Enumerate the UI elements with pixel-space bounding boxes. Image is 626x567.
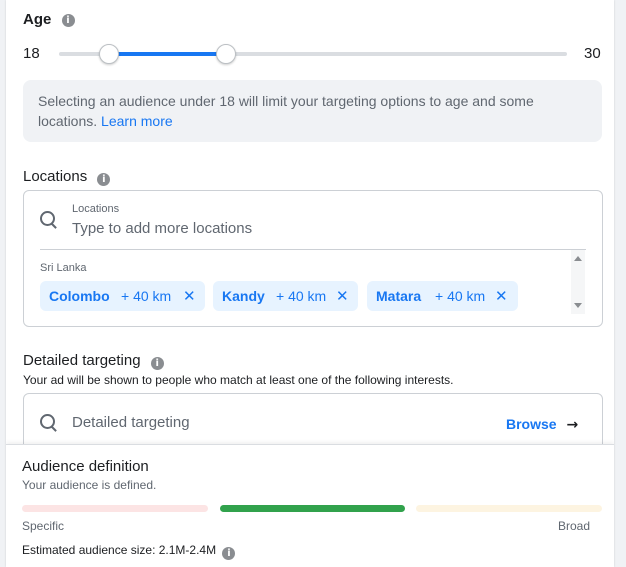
age-max-thumb[interactable] [216, 44, 237, 64]
country-label: Sri Lanka [40, 262, 87, 274]
detailed-targeting-title: Detailed targeting i [23, 352, 164, 370]
chip-radius[interactable]: + 40 km [435, 281, 485, 311]
locations-info-icon[interactable]: i [97, 173, 111, 186]
estimated-audience-size: Estimated audience size: 2.1M-2.4M i [22, 543, 236, 560]
locations-title: Locations i [23, 168, 111, 186]
age-min-thumb[interactable] [98, 44, 119, 64]
detailed-targeting-subtitle: Your ad will be shown to people who matc… [23, 373, 454, 387]
age-min-label: 18 [23, 45, 40, 62]
search-icon [40, 211, 55, 226]
close-icon[interactable]: ✕ [183, 281, 196, 311]
chip-name: Kandy [222, 288, 265, 304]
chips-scrollbar[interactable] [571, 250, 585, 314]
meter-broad [416, 505, 602, 512]
detailed-targeting-info-icon[interactable]: i [150, 357, 164, 370]
arrow-right-icon: → [566, 417, 579, 433]
learn-more-link[interactable]: Learn more [101, 113, 173, 129]
detailed-targeting-input[interactable]: Detailed targeting [72, 414, 190, 431]
age-max-label: 30 [584, 45, 601, 62]
meter-defined [220, 505, 405, 512]
estimate-info-icon[interactable]: i [222, 547, 236, 560]
age-info-icon[interactable]: i [61, 14, 75, 27]
location-chip-kandy: Kandy + 40 km ✕ [213, 281, 358, 311]
locations-search-input[interactable]: Type to add more locations [72, 220, 252, 237]
age-title: Age i [23, 11, 75, 28]
chip-radius[interactable]: + 40 km [276, 281, 326, 311]
chip-radius[interactable]: + 40 km [121, 281, 171, 311]
age-notice: Selecting an audience under 18 will limi… [23, 80, 602, 142]
meter-specific [22, 505, 208, 512]
search-icon [40, 414, 55, 429]
chip-name: Colombo [49, 288, 110, 304]
browse-button[interactable]: Browse → [506, 416, 578, 433]
age-range-slider[interactable] [59, 44, 567, 64]
close-icon[interactable]: ✕ [336, 281, 349, 311]
divider [40, 249, 586, 250]
location-chip-colombo: Colombo + 40 km ✕ [40, 281, 205, 311]
scroll-up-arrow-icon[interactable] [574, 256, 582, 261]
audience-panel: Age i 18 30 Selecting an audience under … [6, 0, 614, 567]
slider-selected-range [107, 52, 226, 56]
audience-definition-title: Audience definition [22, 458, 149, 475]
chip-name: Matara [376, 288, 422, 304]
close-icon[interactable]: ✕ [495, 281, 508, 311]
broad-label: Broad [558, 519, 591, 533]
audience-definition: Audience definition Your audience is def… [6, 444, 614, 567]
audience-status: Your audience is defined. [22, 478, 157, 492]
locations-input-label: Locations [72, 203, 120, 215]
specific-label: Specific [22, 519, 65, 533]
locations-box: Locations Type to add more locations Sri… [23, 190, 603, 327]
location-chip-matara: Matara + 40 km ✕ [367, 281, 518, 311]
scroll-down-arrow-icon[interactable] [574, 303, 582, 308]
